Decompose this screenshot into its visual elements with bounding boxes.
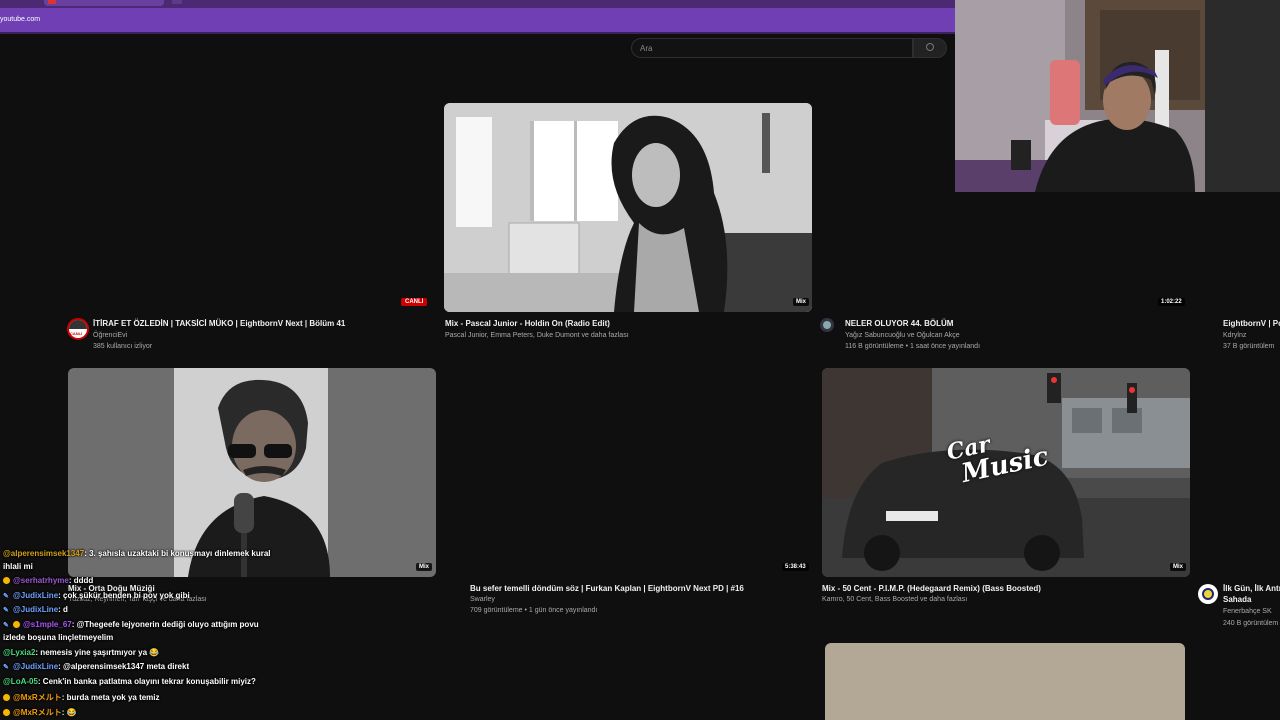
chat-message: @serhatrhyme: dddd	[3, 576, 93, 585]
video-thumbnail-1[interactable]	[68, 103, 436, 310]
search-icon	[926, 43, 934, 51]
address-url[interactable]: youtube.com	[0, 16, 40, 23]
chat-username[interactable]: @serhatrhyme	[13, 576, 69, 585]
chrome-divider	[0, 32, 955, 34]
tab-favicon-icon	[48, 0, 56, 4]
video-channel[interactable]: Yağız Sabuncuoğlu ve Oğulcan Akçe	[845, 332, 960, 339]
video-title[interactable]: EightbornV | Po	[1223, 319, 1280, 328]
new-tab-button[interactable]	[172, 0, 182, 4]
chat-username[interactable]: @LoA-05	[3, 677, 38, 686]
chat-username[interactable]: @MxRメルト	[13, 708, 62, 717]
wrench-icon: ✎	[3, 607, 9, 614]
wrench-icon: ✎	[3, 593, 9, 600]
tab-active[interactable]	[44, 0, 164, 6]
webcam-image	[955, 0, 1280, 192]
chat-text: : burda meta yok ya temiz	[61, 693, 160, 702]
video-meta: 709 görüntüleme • 1 gün önce yayınlandı	[470, 607, 598, 614]
chat-username[interactable]: @alperensimsek1347	[3, 549, 84, 558]
wrench-icon: ✎	[3, 622, 9, 629]
video-thumbnail-2[interactable]	[444, 103, 812, 312]
mix-badge: Mix	[1170, 563, 1187, 571]
avatar-live-label: CANLI	[70, 331, 83, 336]
chat-message: ✎ @JudixLine: @alperensimsek1347 meta dir…	[3, 662, 189, 671]
video-title[interactable]: İlk Gün, İlk Antr	[1223, 584, 1280, 593]
chat-text: : 3. şahısla uzaktaki bi konuşmayı dinle…	[84, 549, 271, 558]
thumbnail-image	[68, 368, 436, 577]
chat-username[interactable]: @JudixLine	[13, 605, 58, 614]
video-channel[interactable]: Fenerbahçe SK	[1223, 608, 1272, 615]
address-bar[interactable]	[0, 8, 955, 32]
chat-message: izlede boşuna linçletmeyelim	[3, 633, 113, 642]
search-input[interactable]	[640, 42, 900, 55]
mix-badge: Mix	[416, 563, 433, 571]
search-box[interactable]	[631, 38, 913, 58]
video-title-line2[interactable]: Sahada	[1223, 595, 1251, 604]
video-thumbnail-9[interactable]	[825, 643, 1185, 720]
video-meta: 37 B görüntülem	[1223, 343, 1275, 350]
chat-message: @Lyxia2: nemesis yine şaşırtmıyor ya 😂	[3, 648, 159, 657]
chat-text: ihlali mi	[3, 562, 33, 571]
coin-icon	[13, 621, 20, 628]
webcam-overlay	[955, 0, 1280, 192]
chat-message: ihlali mi	[3, 562, 33, 571]
video-thumbnail-5[interactable]	[68, 368, 436, 577]
channel-avatar[interactable]	[1198, 584, 1218, 604]
chat-username[interactable]: @JudixLine	[13, 591, 58, 600]
video-thumbnail-7[interactable]: Car Music	[822, 368, 1190, 577]
chat-text: : çok şükür benden bi pov yok gibi	[58, 591, 190, 600]
video-channel[interactable]: ÖğrenciEvi	[93, 332, 127, 339]
chat-message: @MxRメルト: burda meta yok ya temiz	[3, 692, 160, 703]
video-title[interactable]: Bu sefer temelli döndüm söz | Furkan Kap…	[470, 584, 744, 593]
chat-text: izlede boşuna linçletmeyelim	[3, 633, 114, 642]
chat-text: : 😂	[61, 708, 77, 717]
chat-text: : dddd	[68, 576, 94, 585]
video-meta: 385 kullanıcı izliyor	[93, 343, 153, 350]
search-button[interactable]	[913, 38, 947, 58]
video-channel[interactable]: Kamro, 50 Cent, Bass Boosted ve daha faz…	[822, 596, 967, 603]
chat-message: @MxRメルト: 😂	[3, 707, 77, 718]
coin-icon	[3, 577, 10, 584]
video-title[interactable]: Mix - 50 Cent - P.I.M.P. (Hedegaard Remi…	[822, 584, 1041, 593]
chat-message: @LoA-05: Cenk'in banka patlatma olayını …	[3, 677, 256, 686]
chat-message: ✎ @JudixLine: d	[3, 605, 68, 614]
video-thumbnail-6[interactable]	[444, 368, 812, 575]
chat-username[interactable]: @JudixLine	[13, 662, 58, 671]
chat-username[interactable]: @s1mple_67	[23, 620, 72, 629]
video-channel[interactable]: Swarley	[470, 596, 495, 603]
chat-message: @alperensimsek1347: 3. şahısla uzaktaki …	[3, 549, 270, 558]
channel-avatar[interactable]	[820, 318, 834, 332]
chat-message: ✎ @s1mple_67: @Thegeefe lejyonerin dediği…	[3, 620, 259, 629]
mix-badge: Mix	[793, 298, 810, 306]
video-channel[interactable]: Pascal Junior, Emma Peters, Duke Dumont …	[445, 332, 629, 339]
coin-icon	[3, 694, 10, 701]
chat-text: : Cenk'in banka patlatma olayını tekrar …	[37, 677, 256, 686]
coin-icon	[3, 709, 10, 716]
chat-text: : d	[58, 605, 68, 614]
chat-message: ✎ @JudixLine: çok şükür benden bi pov yok…	[3, 591, 190, 600]
video-channel[interactable]: Kdrylnz	[1223, 332, 1246, 339]
chat-text: : nemesis yine şaşırtmıyor ya 😂	[35, 648, 160, 657]
wrench-icon: ✎	[3, 664, 9, 671]
duration-badge: 1:02:22	[1158, 298, 1185, 306]
video-meta: 240 B görüntülem	[1223, 620, 1279, 627]
video-title[interactable]: Mix - Pascal Junior - Holdin On (Radio E…	[445, 319, 610, 328]
video-meta: 116 B görüntüleme • 1 saat önce yayınlan…	[845, 343, 981, 350]
video-title[interactable]: NELER OLUYOR 44. BÖLÜM	[845, 319, 953, 328]
live-badge: CANLI	[401, 298, 428, 306]
duration-badge: 5:38:43	[782, 563, 809, 571]
chat-username[interactable]: @Lyxia2	[3, 648, 35, 657]
chat-username[interactable]: @MxRメルト	[13, 693, 62, 702]
chat-text: : @Thegeefe lejyonerin dediği oluyo attı…	[71, 620, 259, 629]
video-title[interactable]: İTİRAF ET ÖZLEDİN | TAKSİCİ MÜKO | Eight…	[93, 319, 345, 328]
chat-text: : @alperensimsek1347 meta direkt	[58, 662, 190, 671]
thumbnail-image	[444, 103, 812, 312]
channel-avatar[interactable]: CANLI	[67, 318, 89, 340]
